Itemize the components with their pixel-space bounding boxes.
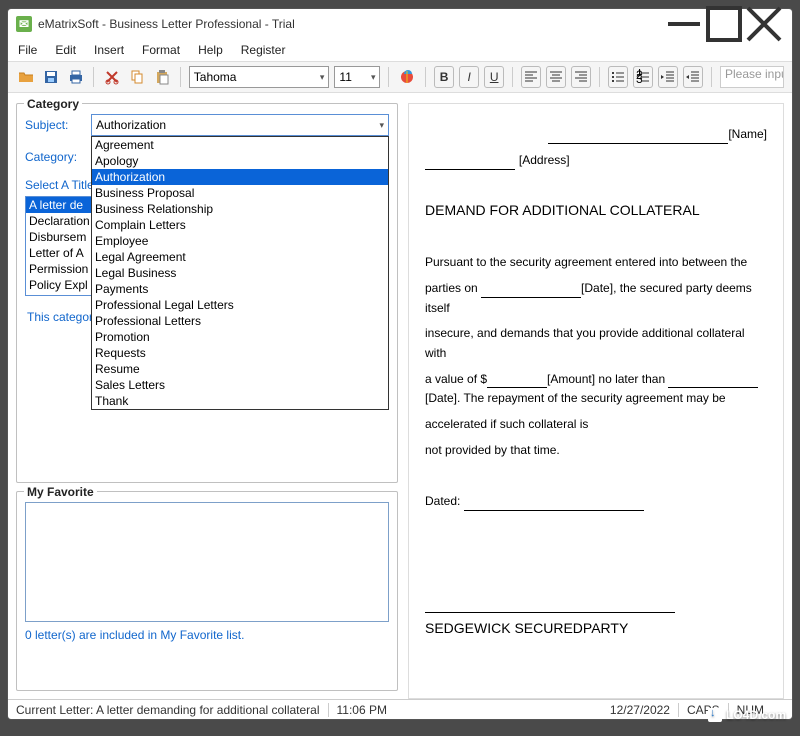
subject-dropdown[interactable]: AgreementApologyAuthorizationBusiness Pr…: [91, 136, 389, 410]
doc-heading: DEMAND FOR ADDITIONAL COLLATERAL: [425, 201, 767, 221]
subject-combo[interactable]: Authorization ▾: [91, 114, 389, 136]
dropdown-option[interactable]: Legal Agreement: [92, 249, 388, 265]
document-editor[interactable]: [Name] [Address] DEMAND FOR ADDITIONAL C…: [408, 103, 784, 699]
menubar: File Edit Insert Format Help Register: [8, 39, 792, 61]
dropdown-option[interactable]: Business Proposal: [92, 185, 388, 201]
dropdown-option[interactable]: Payments: [92, 281, 388, 297]
menu-help[interactable]: Help: [198, 43, 223, 57]
menu-file[interactable]: File: [18, 43, 37, 57]
dropdown-option[interactable]: Professional Legal Letters: [92, 297, 388, 313]
status-date: 12/27/2022: [610, 703, 670, 717]
align-center-button[interactable]: [546, 66, 566, 88]
menu-format[interactable]: Format: [142, 43, 180, 57]
category-group: Category Subject: Authorization ▾ Agreem…: [16, 103, 398, 483]
align-left-button[interactable]: [521, 66, 541, 88]
font-select[interactable]: Tahoma▾: [189, 66, 330, 88]
dropdown-option[interactable]: Apology: [92, 153, 388, 169]
cut-icon[interactable]: [102, 66, 122, 88]
group-title: My Favorite: [24, 485, 97, 499]
save-icon[interactable]: [41, 66, 61, 88]
window-title: eMatrixSoft - Business Letter Profession…: [38, 17, 664, 31]
menu-register[interactable]: Register: [241, 43, 286, 57]
italic-button[interactable]: I: [459, 66, 479, 88]
menu-edit[interactable]: Edit: [55, 43, 76, 57]
dropdown-option[interactable]: Legal Business: [92, 265, 388, 281]
dropdown-option[interactable]: Resume: [92, 361, 388, 377]
bullet-list-button[interactable]: [608, 66, 628, 88]
number-list-button[interactable]: 123: [633, 66, 653, 88]
app-icon: ✉: [16, 16, 32, 32]
group-title: Category: [24, 97, 82, 111]
watermark: LO4D.com: [708, 708, 786, 722]
align-right-button[interactable]: [571, 66, 591, 88]
dropdown-option[interactable]: Professional Letters: [92, 313, 388, 329]
subject-label: Subject:: [25, 118, 91, 132]
font-size-select[interactable]: 11▾: [334, 66, 380, 88]
dropdown-option[interactable]: Thank: [92, 393, 388, 409]
menu-insert[interactable]: Insert: [94, 43, 124, 57]
status-time: 11:06 PM: [337, 703, 387, 717]
open-icon[interactable]: [16, 66, 36, 88]
dropdown-option[interactable]: Complain Letters: [92, 217, 388, 233]
search-input[interactable]: Please input: [720, 66, 784, 88]
paste-icon[interactable]: [152, 66, 172, 88]
chevron-down-icon: ▾: [371, 72, 376, 83]
favorite-listbox[interactable]: [25, 502, 389, 622]
copy-icon[interactable]: [127, 66, 147, 88]
indent-button[interactable]: [683, 66, 703, 88]
bold-button[interactable]: B: [434, 66, 454, 88]
favorite-group: My Favorite 0 letter(s) are included in …: [16, 491, 398, 691]
download-icon: [708, 708, 722, 722]
dropdown-option[interactable]: Promotion: [92, 329, 388, 345]
underline-button[interactable]: U: [484, 66, 504, 88]
dropdown-option[interactable]: Employee: [92, 233, 388, 249]
minimize-button[interactable]: [664, 11, 704, 37]
chevron-down-icon: ▾: [320, 72, 325, 83]
svg-text:3: 3: [636, 72, 643, 85]
print-icon[interactable]: [66, 66, 86, 88]
dropdown-option[interactable]: Agreement: [92, 137, 388, 153]
status-current-letter: Current Letter: A letter demanding for a…: [16, 703, 320, 717]
statusbar: Current Letter: A letter demanding for a…: [8, 699, 792, 719]
app-window: ✉ eMatrixSoft - Business Letter Professi…: [7, 8, 793, 720]
titlebar: ✉ eMatrixSoft - Business Letter Professi…: [8, 9, 792, 39]
dropdown-option[interactable]: Sales Letters: [92, 377, 388, 393]
color-icon[interactable]: [397, 66, 417, 88]
maximize-button[interactable]: [704, 11, 744, 37]
outdent-button[interactable]: [658, 66, 678, 88]
dropdown-option[interactable]: Authorization: [92, 169, 388, 185]
toolbar: Tahoma▾ 11▾ B I U 123 Please input: [8, 61, 792, 93]
favorite-info: 0 letter(s) are included in My Favorite …: [25, 628, 389, 642]
close-button[interactable]: [744, 11, 784, 37]
category-label: Category:: [25, 150, 91, 164]
dropdown-option[interactable]: Business Relationship: [92, 201, 388, 217]
chevron-down-icon: ▾: [379, 120, 384, 131]
dropdown-option[interactable]: Requests: [92, 345, 388, 361]
